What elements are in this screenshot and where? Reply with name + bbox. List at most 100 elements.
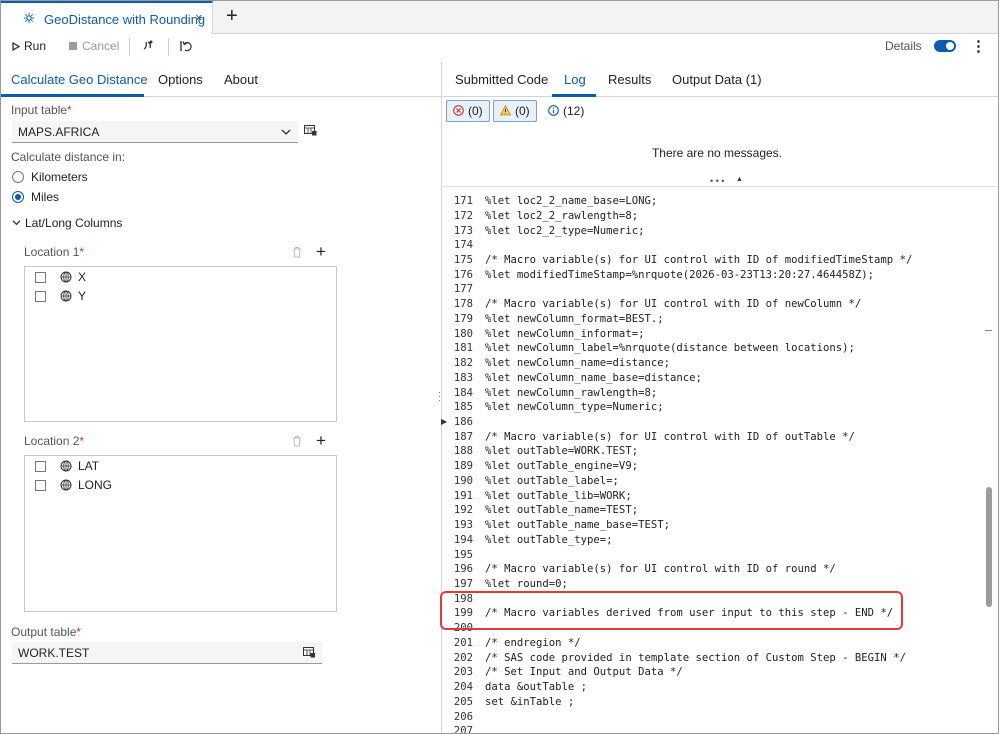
line-number: 197 xyxy=(453,578,473,590)
vertical-scrollbar-thumb[interactable] xyxy=(986,487,992,607)
log-line: 207 xyxy=(442,724,485,733)
distance-units-label: Calculate distance in: xyxy=(11,150,126,164)
splitter-grip-icon[interactable]: • • • xyxy=(710,177,724,186)
active-tab-indicator xyxy=(1,94,144,97)
log-line: 181 %let newColumn_label=%nrquote(distanc… xyxy=(442,341,855,356)
line-number: 192 xyxy=(453,504,473,517)
splitter[interactable] xyxy=(442,186,998,187)
tab-about[interactable]: About xyxy=(224,72,258,87)
errors-filter-button[interactable]: (0) xyxy=(446,100,490,122)
line-number: 188 xyxy=(453,445,473,458)
run-label: Run xyxy=(24,39,47,53)
line-number: 196 xyxy=(453,563,473,576)
reset-icon[interactable] xyxy=(178,38,194,54)
notes-filter-button[interactable]: (12) xyxy=(548,104,584,118)
log-line: 178 /* Macro variable(s) for UI control w… xyxy=(442,297,861,312)
tab-output-data[interactable]: Output Data (1) xyxy=(672,72,762,87)
tab-results[interactable]: Results xyxy=(608,72,651,87)
line-number: 173 xyxy=(453,224,473,237)
line-text: /* SAS code provided in template section… xyxy=(485,651,906,664)
radio-kilometers[interactable]: Kilometers xyxy=(12,170,88,186)
input-table-select[interactable]: MAPS.AFRICA xyxy=(12,121,298,143)
line-text: %let newColumn_name=distance; xyxy=(485,357,670,369)
cancel-button[interactable]: Cancel xyxy=(69,39,119,53)
line-text: %let newColumn_format=BEST.; xyxy=(485,312,664,325)
output-table-label: Output table* xyxy=(11,625,82,639)
checkbox[interactable] xyxy=(35,272,46,283)
line-number: 205 xyxy=(453,695,473,708)
tab-options[interactable]: Options xyxy=(158,72,203,87)
log-line: 171 %let loc2_2_name_base=LONG; xyxy=(442,194,657,209)
radio-miles[interactable]: Miles xyxy=(12,190,59,206)
debug-icon[interactable] xyxy=(140,38,156,54)
trash-icon[interactable] xyxy=(292,435,302,447)
line-text: %let newColumn_informat=; xyxy=(485,327,645,340)
line-text: /* Set Input and Output Data */ xyxy=(485,666,683,679)
tab-geodistance[interactable]: GeoDistance with Rounding × xyxy=(1,1,213,34)
log-line: 184 %let newColumn_rawlength=8; xyxy=(442,386,657,401)
details-toggle[interactable] xyxy=(934,40,956,52)
line-text: %let newColumn_type=Numeric; xyxy=(485,401,664,414)
line-text: %let outTable_lib=WORK; xyxy=(485,489,632,502)
list-item[interactable]: Y xyxy=(35,289,86,305)
toolbar: Run Cancel Details ⋮ xyxy=(1,34,998,62)
globe-icon xyxy=(60,290,72,302)
output-table-field[interactable]: WORK.TEST xyxy=(12,642,322,664)
drag-handle-icon[interactable]: · · · xyxy=(438,388,441,405)
line-number: 190 xyxy=(453,474,473,487)
run-button[interactable]: Run xyxy=(12,39,46,53)
line-number: 193 xyxy=(453,519,473,532)
line-text: %let loc2_2_rawlength=8; xyxy=(485,209,639,222)
line-number: 184 xyxy=(453,386,473,399)
log-line: 176 %let modifiedTimeStamp=%nrquote(2026-… xyxy=(442,268,874,283)
tab-log[interactable]: Log xyxy=(564,72,586,87)
list-item[interactable]: LAT xyxy=(35,459,99,475)
line-text: %let outTable_engine=V9; xyxy=(485,460,639,473)
line-text: /* Macro variable(s) for UI control with… xyxy=(485,430,855,443)
line-number: 186 xyxy=(453,416,473,428)
line-number: 172 xyxy=(453,209,473,222)
latlong-section-toggle[interactable]: Lat/Long Columns xyxy=(12,216,122,230)
warning-icon xyxy=(500,105,511,116)
line-number: 179 xyxy=(453,312,473,325)
active-tab-indicator xyxy=(552,94,596,97)
line-number: 201 xyxy=(453,636,473,649)
log-line: 183 %let newColumn_name_base=distance; xyxy=(442,371,702,386)
chevron-down-icon xyxy=(281,129,291,135)
location-1-label: Location 1* xyxy=(24,245,85,259)
list-item[interactable]: X xyxy=(35,270,86,286)
trash-icon[interactable] xyxy=(292,246,302,258)
checkbox[interactable] xyxy=(35,461,46,472)
checkbox[interactable] xyxy=(35,291,46,302)
checkbox[interactable] xyxy=(35,480,46,491)
line-text: %let round=0; xyxy=(485,578,568,590)
radio-button-selected xyxy=(12,191,24,203)
line-text: %let modifiedTimeStamp=%nrquote(2026-03-… xyxy=(485,268,875,281)
line-text: /* Macro variable(s) for UI control with… xyxy=(485,253,913,266)
log-line: 175 /* Macro variable(s) for UI control w… xyxy=(442,253,912,268)
cancel-label: Cancel xyxy=(82,39,120,53)
table-browse-icon[interactable] xyxy=(303,647,315,658)
line-number: 202 xyxy=(453,651,473,664)
more-options-icon[interactable]: ⋮ xyxy=(971,37,986,55)
globe-icon xyxy=(60,479,72,491)
add-tab-button[interactable]: + xyxy=(226,5,238,27)
annotation-highlight-box xyxy=(440,591,903,630)
line-text: %let outTable_name_base=TEST; xyxy=(485,519,670,532)
add-location-2-column-button[interactable]: + xyxy=(316,432,326,449)
line-number: 204 xyxy=(453,681,473,694)
list-item[interactable]: LONG xyxy=(35,478,112,494)
run-icon xyxy=(12,41,21,52)
tab-calculate-geo-distance[interactable]: Calculate Geo Distance xyxy=(11,72,148,87)
add-location-1-column-button[interactable]: + xyxy=(316,243,326,260)
table-browse-icon[interactable] xyxy=(304,125,317,136)
log-line: 201 /* endregion */ xyxy=(442,636,581,651)
log-line: 205 set &inTable ; xyxy=(442,695,574,710)
collapse-up-icon[interactable]: ▲ xyxy=(736,176,743,183)
close-tab-icon[interactable]: × xyxy=(195,10,203,25)
tab-submitted-code[interactable]: Submitted Code xyxy=(455,72,548,87)
line-number: 181 xyxy=(453,342,473,355)
log-line: 188 %let outTable=WORK.TEST; xyxy=(442,444,638,459)
log-line: 204 data &outTable ; xyxy=(442,680,587,695)
warnings-filter-button[interactable]: (0) xyxy=(493,100,537,122)
